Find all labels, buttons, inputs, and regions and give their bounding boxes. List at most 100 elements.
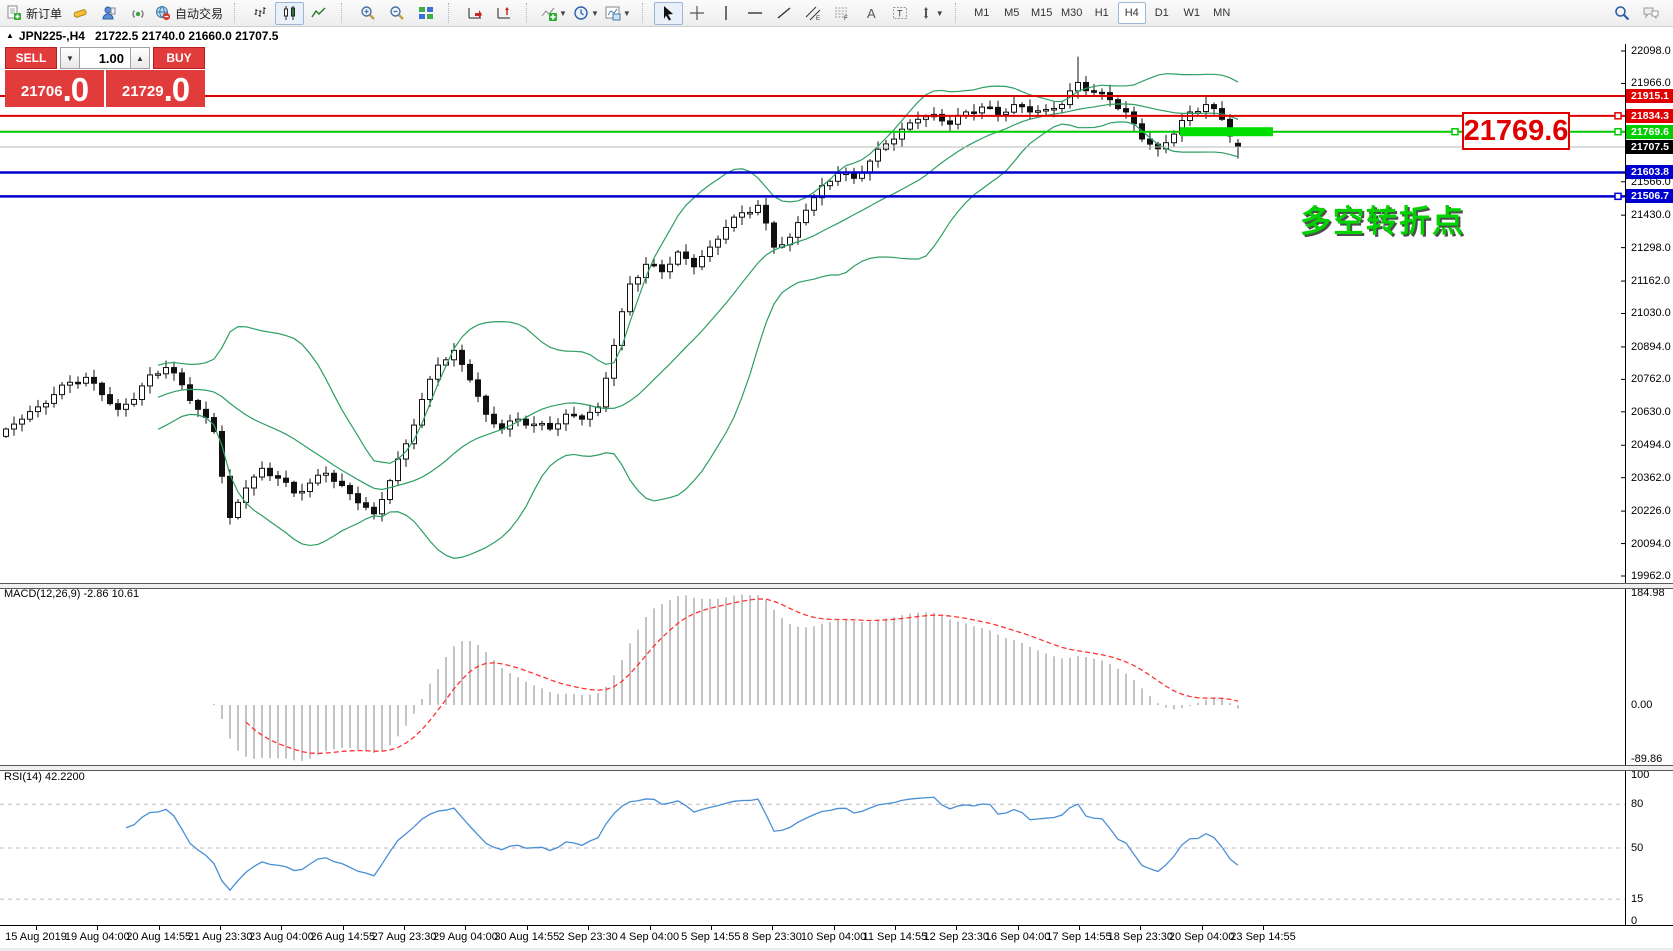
- search-icon: [1614, 5, 1630, 21]
- date-label: 16 Sep 04:00: [985, 931, 1050, 943]
- pane-divider[interactable]: [0, 765, 1673, 771]
- date-tick-mark: [650, 926, 651, 930]
- rsi-axis-label: 15: [1631, 893, 1643, 905]
- main-toolbar: 新订单 自动交易: [0, 0, 1673, 27]
- price-tag[interactable]: 21769.6: [1626, 125, 1673, 139]
- zoom-out-icon: [389, 5, 405, 21]
- date-label: 21 Aug 23:30: [188, 931, 253, 943]
- y-axis-tick-label: 20630.0: [1631, 406, 1671, 418]
- price-chart-pane[interactable]: [0, 44, 1625, 583]
- chart-shift-button[interactable]: [489, 2, 518, 25]
- macd-label: MACD(12,26,9) -2.86 10.61: [4, 588, 139, 600]
- autotrading-label: 自动交易: [175, 5, 223, 22]
- new-order-button[interactable]: 新订单: [3, 2, 65, 25]
- timeframe-button-m1[interactable]: M1: [968, 2, 996, 24]
- chat-bubbles-icon: [1642, 5, 1660, 21]
- timeframe-button-h1[interactable]: H1: [1088, 2, 1116, 24]
- date-label: 4 Sep 04:00: [620, 931, 679, 943]
- chat-button[interactable]: [1636, 2, 1665, 25]
- profile-button[interactable]: [94, 2, 123, 25]
- date-tick-mark: [343, 926, 344, 930]
- auto-scroll-button[interactable]: [460, 2, 489, 25]
- cursor-tool-button[interactable]: [654, 2, 683, 25]
- volume-up-button[interactable]: ▲: [130, 47, 150, 69]
- bar-chart-icon: [253, 5, 269, 21]
- price-axis[interactable]: 22098.021966.021566.021430.021298.021162…: [1625, 44, 1673, 928]
- line-chart-icon: [311, 5, 327, 21]
- templates-icon: [605, 5, 621, 21]
- volume-input[interactable]: 1.00: [80, 47, 130, 69]
- fibonacci-tool-button[interactable]: F: [828, 2, 857, 25]
- zoom-in-button[interactable]: [353, 2, 382, 25]
- collapse-triangle-icon[interactable]: ▲: [6, 31, 14, 40]
- dropdown-arrow-icon: ▼: [623, 9, 631, 18]
- signals-icon: [130, 5, 146, 21]
- y-axis-tick-label: 21430.0: [1631, 209, 1671, 221]
- price-tag[interactable]: 21603.8: [1626, 165, 1673, 179]
- timeframe-button-mn[interactable]: MN: [1208, 2, 1236, 24]
- rsi-axis-label: 80: [1631, 798, 1643, 810]
- timeframe-button-m15[interactable]: M15: [1028, 2, 1056, 24]
- timeframe-button-m30[interactable]: M30: [1058, 2, 1086, 24]
- arrows-icon: [918, 5, 934, 21]
- timeframe-button-w1[interactable]: W1: [1178, 2, 1206, 24]
- candlestick-chart-button[interactable]: [275, 2, 304, 25]
- timeframe-button-h4[interactable]: H4: [1118, 2, 1146, 24]
- chart-shift-icon: [496, 5, 512, 21]
- label-tool-button[interactable]: T: [886, 2, 915, 25]
- crayon-button[interactable]: [65, 2, 94, 25]
- autotrading-button[interactable]: 自动交易: [152, 2, 226, 25]
- date-tick-mark: [834, 926, 835, 930]
- profile-icon: [101, 5, 117, 21]
- indicators-button[interactable]: ▼: [538, 2, 570, 25]
- timeframe-group: M1M5M15M30H1H4D1W1MN: [964, 1, 1240, 25]
- buy-price-pips: .0: [164, 75, 190, 105]
- sell-button[interactable]: SELL: [5, 47, 57, 69]
- timeframe-button-d1[interactable]: D1: [1148, 2, 1176, 24]
- volume-down-button[interactable]: ▼: [60, 47, 80, 69]
- timeframe-button-m5[interactable]: M5: [998, 2, 1026, 24]
- macd-pane[interactable]: [0, 587, 1625, 765]
- trendline-tool-button[interactable]: [770, 2, 799, 25]
- signals-button[interactable]: [123, 2, 152, 25]
- buy-price[interactable]: 21729.0: [106, 70, 205, 107]
- new-order-icon: [6, 5, 22, 21]
- line-chart-button[interactable]: [304, 2, 333, 25]
- y-axis-tick-label: 19962.0: [1631, 570, 1671, 582]
- sell-price[interactable]: 21706.0: [5, 70, 104, 107]
- price-callout-box[interactable]: 21769.6: [1462, 112, 1570, 150]
- templates-button[interactable]: ▼: [602, 2, 634, 25]
- date-tick-mark: [1018, 926, 1019, 930]
- date-label: 15 Aug 2019: [5, 931, 67, 943]
- date-tick-mark: [1140, 926, 1141, 930]
- cursor-icon: [660, 5, 676, 21]
- rsi-pane[interactable]: [0, 769, 1625, 925]
- macd-axis-label: -89.86: [1631, 753, 1662, 765]
- tile-windows-button[interactable]: [411, 2, 440, 25]
- tile-windows-icon: [418, 5, 434, 21]
- price-tag[interactable]: 21707.5: [1626, 140, 1673, 154]
- y-axis-tick-label: 21030.0: [1631, 307, 1671, 319]
- arrows-tool-button[interactable]: ▼: [915, 2, 947, 25]
- price-tag[interactable]: 21915.1: [1626, 89, 1673, 103]
- chart-symbol: JPN225-,H4: [19, 29, 85, 43]
- buy-button[interactable]: BUY: [153, 47, 205, 69]
- channel-tool-button[interactable]: E: [799, 2, 828, 25]
- zoom-in-icon: [360, 5, 376, 21]
- horizontal-line-icon: [747, 5, 763, 21]
- date-axis[interactable]: 15 Aug 201919 Aug 04:0020 Aug 14:5521 Au…: [0, 925, 1673, 948]
- search-button[interactable]: [1607, 2, 1636, 25]
- text-tool-button[interactable]: A: [857, 2, 886, 25]
- svg-text:F: F: [844, 16, 848, 21]
- horizontal-line-tool-button[interactable]: [741, 2, 770, 25]
- turning-point-note[interactable]: 多空转折点: [1300, 196, 1465, 241]
- zoom-out-button[interactable]: [382, 2, 411, 25]
- pane-divider[interactable]: [0, 583, 1673, 589]
- bar-chart-button[interactable]: [246, 2, 275, 25]
- price-tag[interactable]: 21506.7: [1626, 189, 1673, 203]
- vertical-line-tool-button[interactable]: [712, 2, 741, 25]
- price-tag[interactable]: 21834.3: [1626, 109, 1673, 123]
- sell-price-pips: .0: [63, 75, 89, 105]
- periods-button[interactable]: ▼: [570, 2, 602, 25]
- crosshair-tool-button[interactable]: [683, 2, 712, 25]
